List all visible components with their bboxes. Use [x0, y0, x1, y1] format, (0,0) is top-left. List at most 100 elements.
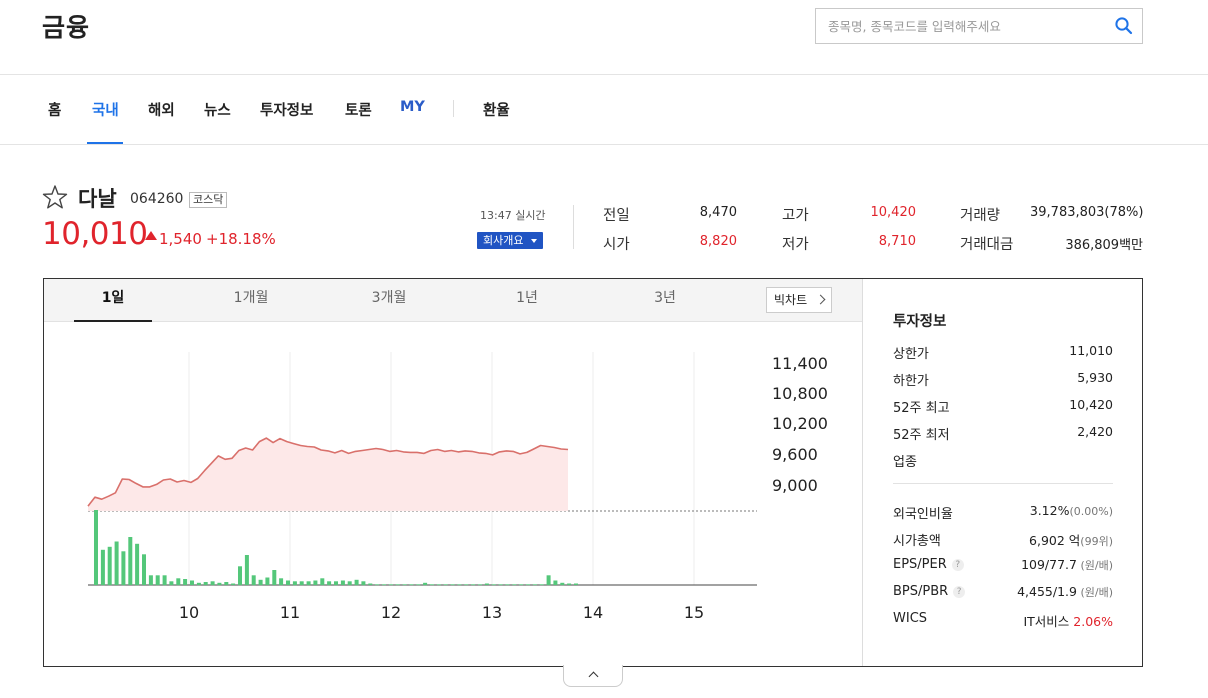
company-overview-button[interactable]: 회사개요: [477, 232, 543, 249]
volume-bar: [203, 582, 208, 585]
info-value-upper-limit: 11,010: [1069, 343, 1113, 358]
info-value-foreign-ratio: 3.12%(0.00%): [1030, 503, 1113, 518]
volume-bar: [340, 580, 345, 585]
volume-bar: [546, 575, 551, 586]
nav-discussion[interactable]: 토론: [345, 99, 372, 120]
nav-invest-info[interactable]: 투자정보: [260, 99, 313, 120]
summary-value-prev-close: 8,470: [699, 205, 737, 220]
big-chart-label: 빅차트: [774, 293, 808, 307]
volume-bar: [519, 584, 524, 586]
volume-bar: [251, 575, 256, 586]
volume-bar: [402, 584, 407, 586]
volume-bar: [306, 581, 311, 586]
summary-label-open: 시가: [603, 237, 630, 253]
info-value-52w-high: 10,420: [1069, 397, 1113, 412]
summary-divider: [573, 205, 574, 249]
nav-domestic[interactable]: 국내: [92, 99, 119, 120]
summary-label-low: 저가: [782, 237, 809, 253]
chevron-right-icon: [815, 294, 826, 305]
tab-1month[interactable]: 1개월: [212, 287, 290, 307]
app-title[interactable]: 금융: [42, 8, 90, 44]
volume-bar: [505, 584, 510, 586]
volume-bar: [388, 584, 393, 586]
info-label-bps-pbr: BPS/PBR?: [893, 584, 966, 599]
caret-down-icon: [531, 239, 537, 243]
market-badge: 코스닥: [189, 192, 228, 208]
nav-divider: [453, 100, 454, 117]
info-label-sector: 업종: [893, 455, 917, 470]
wics-sector-link[interactable]: IT서비스: [1023, 614, 1069, 629]
summary-value-volume: 39,783,803(78%): [1030, 205, 1144, 220]
nav-home[interactable]: 홈: [48, 99, 61, 120]
volume-bar: [244, 555, 249, 585]
nav-my[interactable]: MY: [400, 99, 425, 115]
x-tick-label: 10: [179, 603, 199, 622]
market-cap-value: 6,902 억: [1029, 533, 1081, 548]
eps-per-value: 109/77.7: [1021, 557, 1077, 572]
help-icon[interactable]: ?: [951, 559, 964, 571]
volume-bar: [224, 582, 229, 585]
info-label-wics: WICS: [893, 611, 928, 626]
panel-divider: [862, 279, 863, 666]
collapse-button[interactable]: [563, 665, 623, 687]
volume-bar: [354, 579, 359, 586]
info-value-market-cap: 6,902 억(99위): [1029, 530, 1113, 549]
volume-bar: [450, 584, 455, 586]
big-chart-button[interactable]: 빅차트: [766, 287, 832, 313]
tab-1year[interactable]: 1년: [488, 287, 566, 307]
summary-value-open: 8,820: [699, 234, 737, 249]
search-input[interactable]: [816, 9, 1106, 43]
volume-bar: [162, 575, 167, 586]
tab-3month[interactable]: 3개월: [350, 287, 428, 307]
volume-bar: [443, 584, 448, 586]
bps-pbr-value: 4,455/1.9: [1017, 584, 1077, 599]
volume-bar: [464, 584, 469, 586]
bps-pbr-label: BPS/PBR: [893, 584, 949, 599]
summary-value-high: 10,420: [870, 205, 917, 220]
search-icon[interactable]: [1114, 16, 1134, 36]
tab-3year[interactable]: 3년: [626, 287, 704, 307]
volume-bar: [169, 581, 174, 586]
volume-bar: [423, 582, 428, 586]
volume-bar: [532, 584, 537, 586]
star-icon[interactable]: [42, 184, 68, 210]
tab-1day[interactable]: 1일: [74, 287, 152, 307]
nav-exchange[interactable]: 환율: [483, 99, 510, 120]
y-tick-label: 10,200: [772, 414, 828, 433]
price-change: 1,540: [159, 230, 202, 248]
volume-bar: [457, 584, 462, 586]
nav-news[interactable]: 뉴스: [204, 99, 231, 120]
info-divider: [893, 483, 1113, 484]
y-tick-label: 9,600: [772, 445, 818, 464]
summary-value-low: 8,710: [878, 234, 916, 249]
volume-bar: [279, 578, 284, 586]
stock-name: 다날: [78, 187, 117, 211]
up-arrow-icon: [145, 231, 157, 240]
x-tick-label: 15: [684, 603, 704, 622]
volume-bar: [478, 584, 482, 586]
volume-bar: [155, 575, 160, 586]
volume-bar: [498, 584, 503, 586]
volume-bar: [128, 537, 133, 585]
volume-bar: [484, 583, 489, 585]
volume-bar: [299, 581, 304, 586]
info-value-bps-pbr: 4,455/1.9 (원/배): [1017, 584, 1113, 600]
volume-bar: [430, 584, 434, 586]
invest-info-title: 투자정보: [893, 314, 947, 330]
volume-bar: [416, 584, 421, 586]
chevron-up-icon: [588, 671, 599, 682]
x-tick-label: 14: [583, 603, 603, 622]
info-value-eps-per: 109/77.7 (원/배): [1021, 557, 1113, 573]
info-label-eps-per: EPS/PER?: [893, 557, 964, 572]
bps-pbr-unit: (원/배): [1076, 586, 1113, 599]
help-icon[interactable]: ?: [953, 586, 966, 598]
nav-overseas[interactable]: 해외: [148, 99, 175, 120]
volume-bar: [272, 570, 277, 585]
volume-bar: [471, 584, 476, 586]
volume-bar: [183, 579, 188, 585]
volume-bar: [491, 584, 496, 586]
volume-bar: [436, 584, 441, 586]
info-label-market-cap: 시가총액: [893, 534, 941, 549]
volume-bar: [347, 581, 352, 586]
volume-bar: [210, 581, 215, 586]
